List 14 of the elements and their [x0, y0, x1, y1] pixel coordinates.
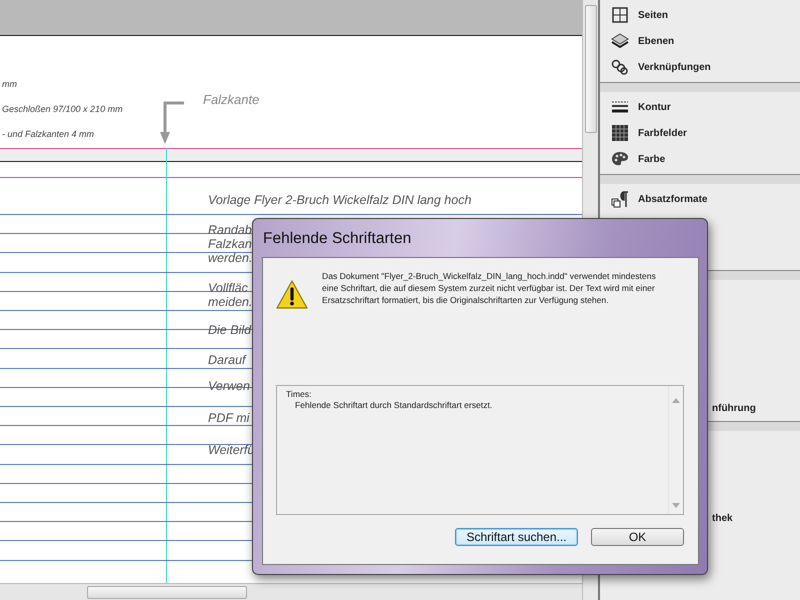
list-note: Fehlende Schriftart durch Standardschriftart ersetzt.: [294, 400, 494, 410]
body-text: Darauf: [208, 354, 246, 367]
font-name: Times:: [286, 389, 312, 399]
message-text: Das Dokument "Flyer_2-Bruch_Wickelfalz_DIN_lang_hoch.indd" verwendet mindestens eine Schriftart, die auf diesem System zurzeit nicht verfügbar ist. Der Text wird mit einer Ersatzschriftart formatiert, bis die Originalschriftarten zur Verfügung stehen.: [322, 270, 657, 307]
fold-label: Falzkante: [203, 92, 260, 107]
body-text: Falzkan: [208, 238, 252, 251]
spec-text: mm: [2, 79, 17, 89]
body-text: werden.: [208, 252, 252, 265]
body-text: meiden.: [208, 296, 252, 309]
spec-text: Geschloßen 97/100 x 210 mm: [2, 104, 123, 114]
body-text: PDF mi: [208, 412, 250, 425]
spec-text: - und Falzkanten 4 mm: [2, 129, 94, 139]
body-text: Vorlage Flyer 2-Bruch Wickelfalz DIN lang hoch: [208, 194, 472, 207]
dialog-title: Fehlende Schriftarten: [262, 229, 412, 249]
